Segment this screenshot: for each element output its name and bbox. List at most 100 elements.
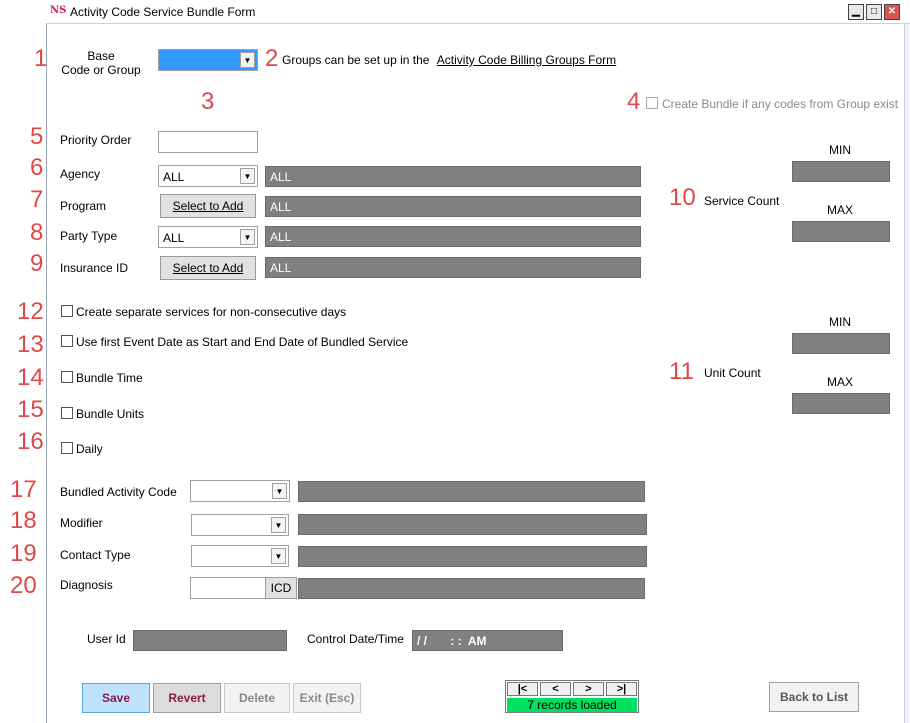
first-record-button[interactable]: |< (507, 682, 538, 696)
service-count-label: Service Count (704, 194, 780, 208)
party-type-label: Party Type (60, 229, 118, 243)
unit-count-max-label: MAX (827, 375, 854, 389)
contact-type-description (298, 546, 647, 567)
party-type-select[interactable]: ALL ▼ (158, 226, 258, 248)
bundle-time-label: Bundle Time (76, 371, 143, 385)
separate-services-checkbox[interactable] (61, 305, 73, 317)
delete-button[interactable]: Delete (224, 683, 290, 713)
annotation-3: 3 (201, 88, 215, 115)
unit-count-max-input[interactable] (792, 393, 890, 414)
window-right-border (904, 24, 910, 723)
diagnosis-label: Diagnosis (60, 578, 113, 592)
first-event-date-checkbox[interactable] (61, 335, 73, 347)
maximize-button[interactable]: □ (866, 4, 882, 20)
priority-label: Priority Order (60, 133, 132, 147)
insurance-label: Insurance ID (60, 261, 129, 275)
agency-description: ALL (265, 166, 641, 187)
icd-button[interactable]: ICD (265, 577, 297, 599)
agency-select[interactable]: ALL ▼ (158, 165, 258, 187)
base-label-line1: Base (87, 49, 115, 63)
last-record-button[interactable]: >| (606, 682, 637, 696)
annotation-16: 16 (17, 428, 44, 455)
back-to-list-button[interactable]: Back to List (769, 682, 859, 712)
maximize-icon: □ (870, 6, 878, 17)
chevron-down-icon[interactable]: ▼ (271, 517, 286, 533)
annotation-9: 9 (30, 250, 44, 277)
diagnosis-input[interactable] (190, 577, 266, 599)
exit-button[interactable]: Exit (Esc) (293, 683, 361, 713)
annotation-19: 19 (10, 540, 37, 567)
bundle-time-checkbox[interactable] (61, 371, 73, 383)
annotation-15: 15 (17, 396, 44, 423)
window-title: Activity Code Service Bundle Form (70, 5, 256, 19)
insurance-select-to-add-button[interactable]: Select to Add (160, 256, 256, 280)
service-count-max-label: MAX (827, 203, 854, 217)
bundled-activity-select[interactable]: ▼ (190, 480, 290, 502)
service-count-max-input[interactable] (792, 221, 890, 242)
revert-button[interactable]: Revert (153, 683, 221, 713)
annotation-20: 20 (10, 572, 37, 599)
control-date-field: / / : : AM (412, 630, 563, 651)
unit-count-min-input[interactable] (792, 333, 890, 354)
program-label: Program (60, 199, 107, 213)
annotation-4: 4 (627, 88, 641, 115)
annotation-13: 13 (17, 331, 44, 358)
chevron-down-icon[interactable]: ▼ (272, 483, 287, 499)
record-navigator: |< < > >| 7 records loaded (505, 680, 639, 713)
groups-note-text: Groups can be set up in the (282, 53, 430, 67)
close-button[interactable]: ✕ (884, 4, 900, 20)
agency-label: Agency (60, 167, 101, 181)
unit-count-min-label: MIN (829, 315, 851, 329)
annotation-7: 7 (30, 186, 44, 213)
daily-checkbox[interactable] (61, 442, 73, 454)
insurance-description: ALL (265, 257, 641, 278)
base-label-line2: Code or Group (61, 63, 141, 77)
service-count-min-input[interactable] (792, 161, 890, 182)
first-event-date-label: Use first Event Date as Start and End Da… (76, 335, 409, 349)
unit-count-label: Unit Count (704, 366, 761, 380)
next-record-button[interactable]: > (573, 682, 604, 696)
annotation-5: 5 (30, 123, 44, 150)
annotation-2: 2 (265, 45, 279, 72)
base-code-select[interactable]: ▼ (158, 49, 258, 71)
control-date-label: Control Date/Time (307, 632, 404, 646)
contact-type-label: Contact Type (60, 548, 131, 562)
records-status: 7 records loaded (507, 698, 637, 712)
priority-input[interactable] (158, 131, 258, 153)
bundle-units-checkbox[interactable] (61, 407, 73, 419)
bundled-activity-label: Bundled Activity Code (60, 485, 177, 499)
diagnosis-description (298, 578, 645, 599)
chevron-down-icon[interactable]: ▼ (240, 52, 255, 68)
chevron-down-icon[interactable]: ▼ (271, 548, 286, 564)
daily-label: Daily (76, 442, 103, 456)
chevron-down-icon[interactable]: ▼ (240, 229, 255, 245)
service-count-min-label: MIN (829, 143, 851, 157)
modifier-label: Modifier (60, 516, 103, 530)
user-id-field (133, 630, 287, 651)
base-label: Base Code or Group (56, 49, 146, 77)
create-bundle-checkbox[interactable] (646, 97, 658, 109)
party-type-description: ALL (265, 226, 641, 247)
minimize-button[interactable]: ▁ (848, 4, 864, 20)
annotation-18: 18 (10, 507, 37, 534)
program-select-to-add-button[interactable]: Select to Add (160, 194, 256, 218)
annotation-10: 10 (669, 184, 696, 211)
annotation-6: 6 (30, 154, 44, 181)
save-button[interactable]: Save (82, 683, 150, 713)
party-type-value: ALL (163, 231, 185, 245)
app-logo: NS (50, 5, 67, 16)
separate-services-label: Create separate services for non-consecu… (76, 305, 347, 319)
annotation-17: 17 (10, 476, 37, 503)
billing-groups-link[interactable]: Activity Code Billing Groups Form (437, 53, 616, 67)
bundled-activity-description (298, 481, 645, 502)
groups-note: Groups can be set up in the Activity Cod… (282, 53, 616, 67)
contact-type-select[interactable]: ▼ (191, 545, 289, 567)
chevron-down-icon[interactable]: ▼ (240, 168, 255, 184)
prev-record-button[interactable]: < (540, 682, 571, 696)
bundle-units-label: Bundle Units (76, 407, 145, 421)
modifier-select[interactable]: ▼ (191, 514, 289, 536)
modifier-description (298, 514, 647, 535)
user-id-label: User Id (87, 632, 126, 646)
annotation-11: 11 (669, 358, 694, 385)
close-icon: ✕ (887, 6, 897, 17)
